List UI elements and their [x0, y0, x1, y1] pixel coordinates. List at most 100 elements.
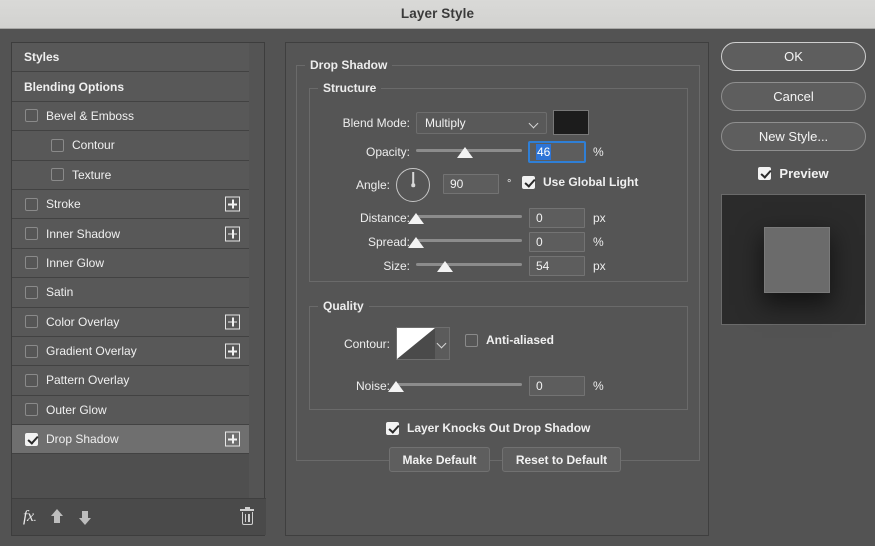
sidebar-item-label: Bevel & Emboss	[46, 109, 134, 123]
sidebar-item-label: Texture	[72, 168, 111, 182]
layer-knocks-out-row[interactable]: Layer Knocks Out Drop Shadow	[386, 421, 590, 435]
distance-slider[interactable]	[416, 207, 522, 227]
new-style-button[interactable]: New Style...	[721, 122, 866, 151]
preview-row[interactable]: Preview	[721, 162, 866, 184]
angle-input[interactable]: 90	[443, 174, 499, 194]
angle-dial[interactable]	[396, 168, 430, 202]
opacity-label: Opacity:	[318, 141, 410, 163]
checkbox-slot	[12, 403, 46, 416]
sidebar-item-satin[interactable]: Satin	[12, 278, 249, 307]
arrow-up-icon[interactable]	[50, 509, 64, 525]
actions-column: OK Cancel New Style... Preview	[721, 42, 866, 325]
opacity-value: 46	[536, 144, 551, 160]
checkbox-slot	[12, 256, 46, 269]
spread-input[interactable]: 0	[529, 232, 585, 252]
blend-mode-select[interactable]: Multiply	[416, 112, 547, 134]
sidebar-item-outer-glow[interactable]: Outer Glow	[12, 396, 249, 425]
enable-checkbox[interactable]	[25, 198, 38, 211]
checkbox-slot	[12, 433, 46, 446]
opacity-slider[interactable]	[416, 141, 522, 161]
spread-slider[interactable]	[416, 231, 522, 251]
shadow-color-swatch[interactable]	[553, 110, 589, 135]
add-effect-icon[interactable]	[225, 344, 240, 359]
opacity-input[interactable]: 46	[529, 142, 585, 162]
anti-aliased-row[interactable]: Anti-aliased	[465, 333, 554, 347]
enable-checkbox[interactable]	[25, 227, 38, 240]
ok-button[interactable]: OK	[721, 42, 866, 71]
spread-value: 0	[536, 235, 543, 249]
preview-thumbnail	[721, 194, 866, 325]
sidebar-item-label: Color Overlay	[46, 315, 119, 329]
styles-list[interactable]: StylesBlending Options Bevel & Emboss Cont…	[12, 43, 250, 498]
angle-unit: °	[507, 174, 511, 194]
sidebar-item-blending-options[interactable]: Blending Options	[12, 72, 249, 101]
checkbox-slot	[12, 227, 46, 240]
sidebar-item-pattern-overlay[interactable]: Pattern Overlay	[12, 366, 249, 395]
distance-input[interactable]: 0	[529, 208, 585, 228]
noise-label: Noise:	[318, 375, 390, 397]
anti-aliased-checkbox[interactable]	[465, 334, 478, 347]
cancel-label: Cancel	[773, 89, 813, 104]
checkbox-slot	[12, 315, 46, 328]
reset-to-default-label: Reset to Default	[516, 453, 607, 467]
sidebar-item-styles[interactable]: Styles	[12, 43, 249, 72]
add-effect-icon[interactable]	[225, 432, 240, 447]
checkbox-slot	[12, 198, 46, 211]
size-input[interactable]: 54	[529, 256, 585, 276]
sidebar-item-contour[interactable]: Contour	[12, 131, 249, 160]
distance-label: Distance:	[318, 207, 410, 229]
sidebar-item-color-overlay[interactable]: Color Overlay	[12, 308, 249, 337]
cancel-button[interactable]: Cancel	[721, 82, 866, 111]
add-effect-icon[interactable]	[225, 314, 240, 329]
sidebar-item-label: Drop Shadow	[46, 432, 119, 446]
enable-checkbox[interactable]	[25, 286, 38, 299]
make-default-label: Make Default	[402, 453, 476, 467]
size-slider[interactable]	[416, 255, 522, 275]
arrow-down-icon[interactable]	[78, 509, 92, 525]
layer-knocks-out-checkbox[interactable]	[386, 422, 399, 435]
trash-icon[interactable]	[240, 508, 254, 526]
use-global-light-row[interactable]: Use Global Light	[522, 175, 638, 189]
checkbox-slot	[12, 345, 46, 358]
sidebar-item-label: Stroke	[46, 197, 81, 211]
noise-slider[interactable]	[396, 375, 522, 395]
make-default-button[interactable]: Make Default	[389, 447, 490, 472]
enable-checkbox[interactable]	[25, 374, 38, 387]
spread-label: Spread:	[318, 231, 410, 253]
reset-to-default-button[interactable]: Reset to Default	[502, 447, 621, 472]
use-global-light-checkbox[interactable]	[522, 176, 535, 189]
enable-checkbox[interactable]	[25, 256, 38, 269]
anti-aliased-label: Anti-aliased	[486, 333, 554, 347]
sidebar-item-inner-glow[interactable]: Inner Glow	[12, 249, 249, 278]
sidebar-item-inner-shadow[interactable]: Inner Shadow	[12, 219, 249, 248]
layer-style-dialog: StylesBlending Options Bevel & Emboss Cont…	[0, 29, 875, 546]
add-effect-icon[interactable]	[225, 226, 240, 241]
enable-checkbox[interactable]	[25, 403, 38, 416]
enable-checkbox[interactable]	[25, 433, 38, 446]
add-effect-icon[interactable]	[225, 197, 240, 212]
sidebar-item-drop-shadow[interactable]: Drop Shadow	[12, 425, 249, 454]
size-label: Size:	[318, 255, 410, 277]
sidebar-item-stroke[interactable]: Stroke	[12, 190, 249, 219]
sidebar-item-label: Pattern Overlay	[46, 373, 129, 387]
enable-checkbox[interactable]	[25, 345, 38, 358]
enable-checkbox[interactable]	[51, 139, 64, 152]
preview-label: Preview	[779, 166, 828, 181]
sidebar-item-gradient-overlay[interactable]: Gradient Overlay	[12, 337, 249, 366]
noise-input[interactable]: 0	[529, 376, 585, 396]
sidebar-item-texture[interactable]: Texture	[12, 161, 249, 190]
checkbox-slot	[12, 374, 46, 387]
enable-checkbox[interactable]	[25, 109, 38, 122]
styles-list-footer: fx.	[12, 498, 266, 535]
enable-checkbox[interactable]	[51, 168, 64, 181]
fx-icon[interactable]: fx.	[23, 508, 36, 526]
sidebar-item-bevel-emboss[interactable]: Bevel & Emboss	[12, 102, 249, 131]
contour-preset-picker[interactable]	[396, 327, 450, 360]
blend-mode-label: Blend Mode:	[318, 112, 410, 134]
distance-unit: px	[593, 208, 606, 228]
enable-checkbox[interactable]	[25, 315, 38, 328]
sidebar-item-label: Outer Glow	[46, 403, 107, 417]
checkbox-slot	[12, 139, 72, 152]
preview-checkbox[interactable]	[758, 167, 771, 180]
chevron-down-icon	[435, 328, 449, 359]
